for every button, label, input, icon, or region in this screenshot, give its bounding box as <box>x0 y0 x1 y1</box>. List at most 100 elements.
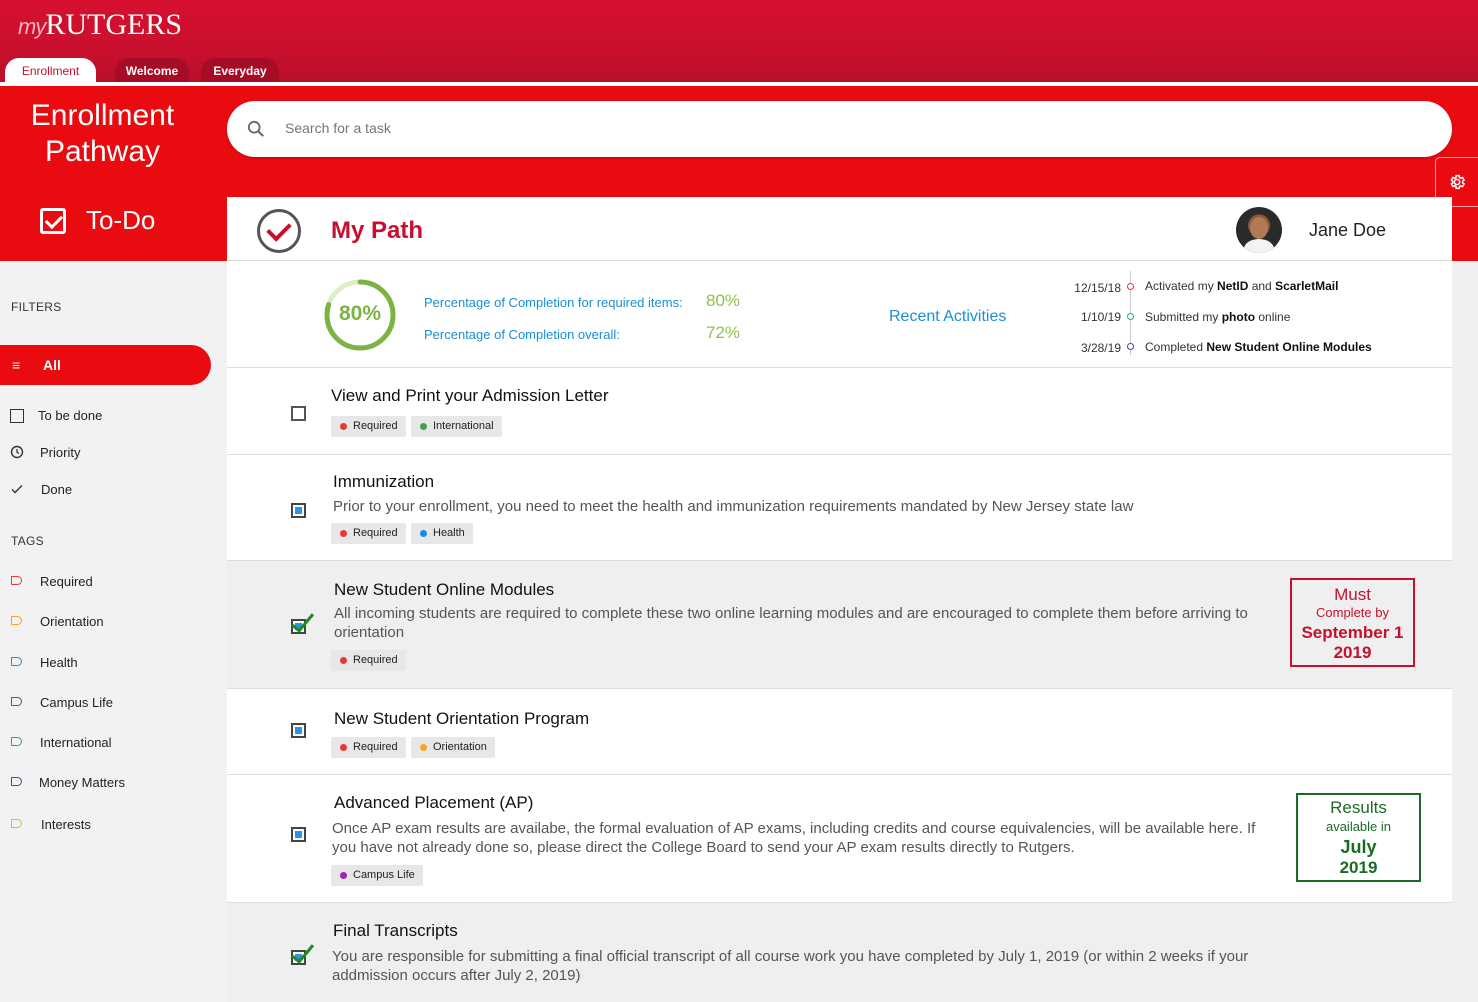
top-banner: myRUTGERS Enrollment Welcome Everyday <box>0 0 1478 85</box>
search-icon <box>247 120 264 137</box>
task-row-immunization[interactable]: Immunization Prior to your enrollment, y… <box>227 455 1452 561</box>
task-title: New Student Orientation Program <box>334 709 590 728</box>
tags-heading: TAGS <box>11 534 44 548</box>
activity-text: Submitted my photo online <box>1145 310 1291 324</box>
task-checkbox[interactable] <box>291 950 306 965</box>
filter-done[interactable]: Done <box>0 478 227 502</box>
recent-activities-link[interactable]: Recent Activities <box>889 308 1006 326</box>
availability-notice: Results available in July 2019 <box>1296 793 1421 882</box>
task-description: Prior to your enrollment, you need to me… <box>333 498 1134 515</box>
tab-enrollment[interactable]: Enrollment <box>5 58 96 85</box>
gear-icon <box>1450 174 1466 190</box>
tag-icon <box>11 616 22 625</box>
tag-pill[interactable]: Campus Life <box>331 865 423 886</box>
tag-pill[interactable]: Orientation <box>411 737 495 758</box>
task-checkbox[interactable] <box>291 827 306 842</box>
tag-icon <box>11 576 22 585</box>
tag-required[interactable]: Required <box>0 570 227 594</box>
tag-label: Required <box>40 574 93 589</box>
rutgers-logo[interactable]: myRUTGERS <box>18 8 182 42</box>
notice-line: 2019 <box>1333 643 1372 662</box>
activity-date: 12/15/18 <box>1074 281 1121 295</box>
tag-label: Orientation <box>40 614 104 629</box>
avatar[interactable] <box>1236 207 1282 253</box>
logo-rutgers: RUTGERS <box>45 8 183 41</box>
card-header: My Path Jane Doe <box>227 197 1452 261</box>
tag-international[interactable]: International <box>0 731 227 755</box>
task-row-orientation[interactable]: New Student Orientation Program Required… <box>227 689 1452 775</box>
task-row-advanced-placement[interactable]: Advanced Placement (AP) Once AP exam res… <box>227 775 1452 903</box>
notice-line: Complete by <box>1316 605 1389 620</box>
overall-completion-label: Percentage of Completion overall: <box>424 327 620 342</box>
activity-text: Completed New Student Online Modules <box>1145 340 1372 354</box>
tag-icon <box>11 657 22 666</box>
timeline-dot <box>1127 313 1134 320</box>
tag-icon <box>11 737 22 746</box>
task-checkbox[interactable] <box>291 406 306 421</box>
tag-icon <box>11 819 22 828</box>
notice-line: 2019 <box>1339 858 1378 877</box>
task-title: Advanced Placement (AP) <box>334 793 534 812</box>
tag-label: Interests <box>41 817 91 832</box>
check-circle-icon <box>257 209 301 253</box>
menu-icon: ≡ <box>12 357 21 373</box>
page-title-line1: Enrollment <box>30 99 175 132</box>
tag-pill[interactable]: Required <box>331 737 406 758</box>
task-title: New Student Online Modules <box>334 580 555 599</box>
tag-pill[interactable]: Required <box>331 650 406 671</box>
task-row-admission-letter[interactable]: View and Print your Admission Letter Req… <box>227 368 1452 455</box>
tag-icon <box>11 777 22 786</box>
task-checkbox[interactable] <box>291 503 306 518</box>
user-name[interactable]: Jane Doe <box>1309 220 1386 241</box>
notice-line: July <box>1340 837 1377 857</box>
filter-priority[interactable]: Priority <box>0 441 227 465</box>
tag-campus-life[interactable]: Campus Life <box>0 691 227 715</box>
completion-stats: 80% Percentage of Completion for require… <box>227 261 1452 368</box>
notice-line: September 1 <box>1301 623 1404 642</box>
task-row-online-modules[interactable]: New Student Online Modules All incoming … <box>227 561 1452 689</box>
task-description: Once AP exam results are availabe, the f… <box>332 820 1256 856</box>
notice-line: available in <box>1325 819 1392 834</box>
tag-pill[interactable]: Health <box>411 523 473 544</box>
tag-interests[interactable]: Interests <box>0 813 227 837</box>
card-title: My Path <box>331 217 424 244</box>
task-checkbox[interactable] <box>291 723 306 738</box>
logo-my: my <box>18 14 46 39</box>
todo-heading[interactable]: To-Do <box>40 205 155 236</box>
task-checkbox[interactable] <box>291 619 306 634</box>
clock-icon <box>10 445 24 459</box>
task-row-final-transcripts[interactable]: Final Transcripts You are responsible fo… <box>227 903 1452 1002</box>
page-title-line2: Pathway <box>44 135 161 168</box>
tag-pill[interactable]: Required <box>331 416 406 437</box>
task-title: Final Transcripts <box>333 921 458 940</box>
required-completion-label: Percentage of Completion for required it… <box>424 295 683 310</box>
tag-money-matters[interactable]: Money Matters <box>0 771 227 795</box>
completion-ring-label: 80% <box>338 302 382 325</box>
search-input[interactable]: Search for a task <box>285 120 391 136</box>
my-path-card: My Path Jane Doe 80% Percentage of Compl… <box>227 197 1452 1002</box>
filter-all-label: All <box>43 357 61 373</box>
todo-label: To-Do <box>86 205 156 235</box>
filter-label: Priority <box>40 445 81 460</box>
tag-label: Campus Life <box>40 695 113 710</box>
search-bar[interactable]: Search for a task <box>227 101 1452 157</box>
empty-checkbox-icon <box>10 409 24 423</box>
tag-orientation[interactable]: Orientation <box>0 610 227 634</box>
filters-heading: FILTERS <box>11 300 62 314</box>
filter-all[interactable]: ≡ All <box>0 345 211 385</box>
task-title: View and Print your Admission Letter <box>331 386 609 405</box>
activity-date: 3/28/19 <box>1080 341 1121 355</box>
tag-icon <box>11 697 22 706</box>
filter-label: Done <box>41 482 73 497</box>
activity-text: Activated my NetID and ScarletMail <box>1145 279 1339 293</box>
tab-welcome[interactable]: Welcome <box>115 58 189 85</box>
notice-line: Must <box>1334 585 1371 604</box>
tag-pill[interactable]: Required <box>331 523 406 544</box>
filter-to-be-done[interactable]: To be done <box>0 404 227 428</box>
tag-label: International <box>40 735 112 750</box>
filter-label: To be done <box>38 408 103 423</box>
tab-everyday[interactable]: Everyday <box>201 58 279 85</box>
tag-health[interactable]: Health <box>0 651 227 675</box>
tag-label: Money Matters <box>39 775 125 790</box>
tag-pill[interactable]: International <box>411 416 502 437</box>
